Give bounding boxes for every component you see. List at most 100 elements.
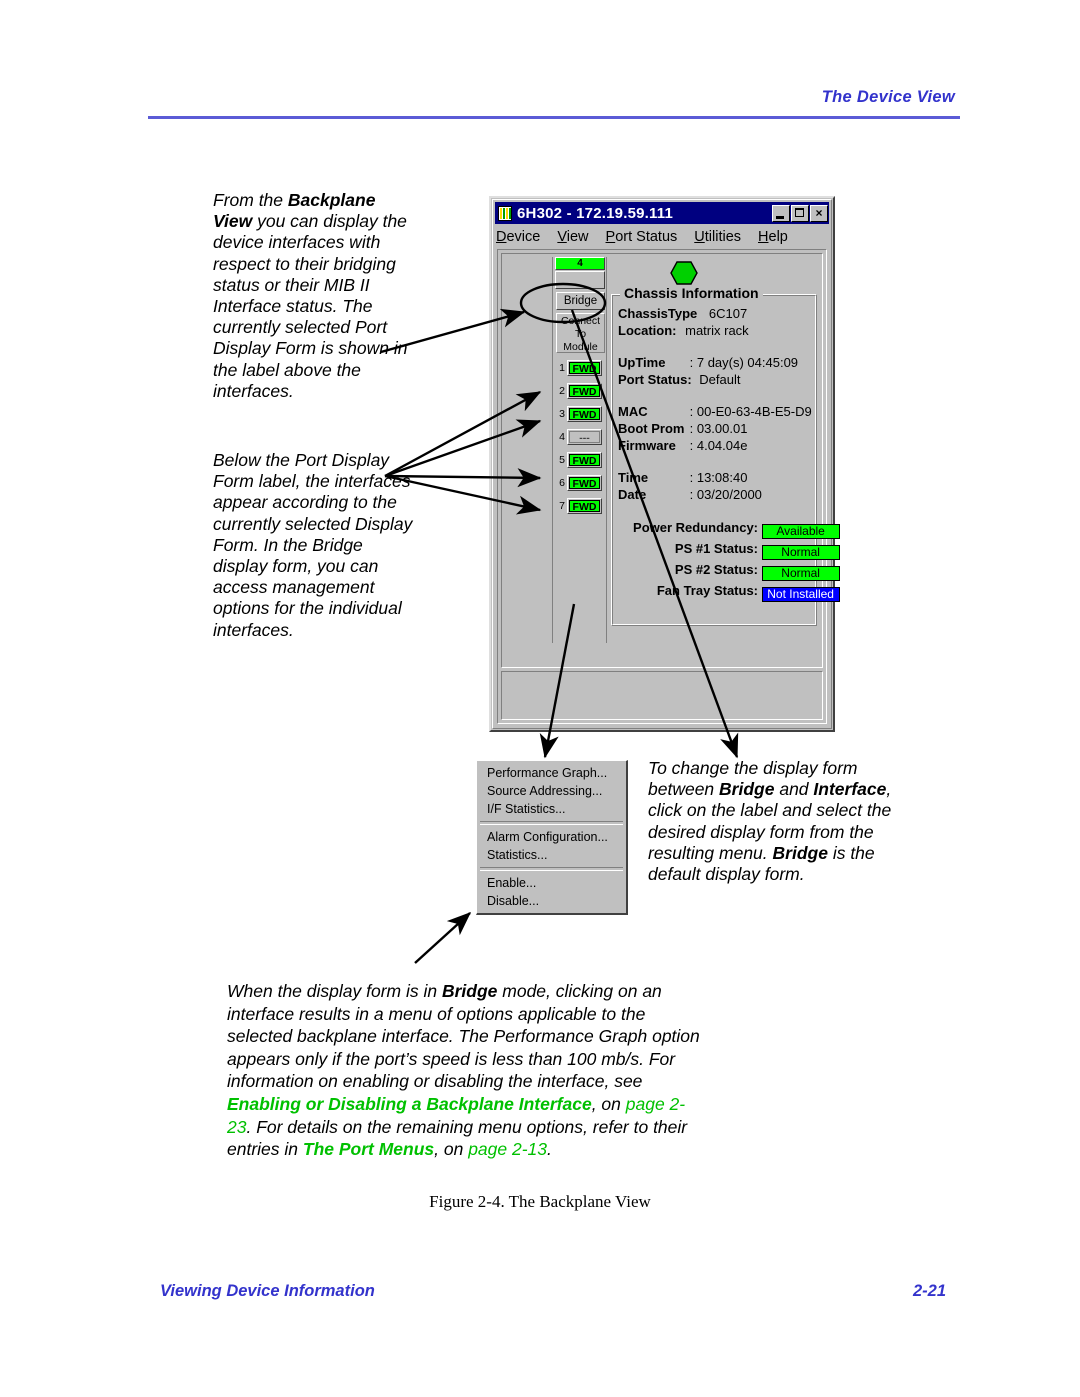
- menu-device[interactable]: DDeviceevice: [496, 229, 540, 245]
- ps2-status-label: PS #2 Status:: [674, 562, 758, 577]
- close-icon[interactable]: ×: [810, 204, 828, 222]
- port-status-box[interactable]: FWD: [567, 497, 602, 514]
- port-number: 6: [559, 476, 565, 489]
- port-row[interactable]: 1 FWD: [553, 358, 608, 377]
- menu-utilities[interactable]: Utilities: [694, 229, 741, 245]
- callout-port-display-form: Below the Port Display Form label, the i…: [213, 450, 413, 640]
- fan-tray-status-label: Fan Tray Status:: [656, 583, 758, 598]
- port-status-value: Default: [699, 372, 741, 387]
- footer-section-title: Viewing Device Information: [160, 1282, 375, 1300]
- port-state-label: FWD: [569, 407, 600, 421]
- menu-view[interactable]: View: [557, 229, 588, 245]
- port-number: 4: [559, 430, 565, 443]
- port-status-box[interactable]: FWD: [567, 405, 602, 422]
- ps1-status-row: PS #1 Status: Normal: [618, 541, 840, 560]
- menu-item-performance-graph[interactable]: Performance Graph...: [477, 764, 626, 782]
- fan-tray-status-badge: Not Installed: [761, 587, 840, 602]
- chassis-status-hexagon-icon: [670, 261, 698, 285]
- ps2-status-badge: Normal: [761, 566, 840, 581]
- interface-context-menu[interactable]: Performance Graph... Source Addressing..…: [476, 760, 628, 915]
- menu-port-status[interactable]: Port Status: [606, 229, 678, 245]
- port-row[interactable]: 3 FWD: [553, 404, 608, 423]
- callout-backplane-bold1: Backplane: [287, 190, 376, 210]
- footer-page-number: 2-21: [913, 1282, 947, 1300]
- callout-backplane-lead: From the: [213, 190, 288, 210]
- time-value: : 13:08:40: [689, 470, 748, 485]
- menu-separator: [480, 821, 623, 825]
- uptime-value: : 7 day(s) 04:45:09: [689, 355, 799, 370]
- xref-enabling-disabling-backplane-interface[interactable]: Enabling or Disabling a Backplane Interf…: [227, 1094, 592, 1114]
- minimize-button[interactable]: [772, 204, 790, 222]
- location-value: matrix rack: [685, 323, 749, 338]
- maximize-button[interactable]: [791, 204, 809, 222]
- bridge-mode-p6: .: [547, 1139, 552, 1160]
- window-titlebar[interactable]: 6H302 - 172.19.59.111 ×: [495, 202, 829, 224]
- port-status-box[interactable]: FWD: [567, 451, 602, 468]
- figure-caption: Figure 2-4. The Backplane View: [429, 1192, 651, 1211]
- window-title-text: 6H302 - 172.19.59.111: [517, 204, 674, 222]
- port-status-label: Port Status:: [618, 372, 692, 387]
- menu-item-alarm-configuration[interactable]: Alarm Configuration...: [477, 828, 626, 846]
- port-status-box[interactable]: FWD: [567, 382, 602, 399]
- time-label: Time: [618, 470, 649, 485]
- menu-item-disable[interactable]: Disable...: [477, 892, 626, 910]
- power-redundancy-label: Power Redundancy:: [633, 520, 758, 535]
- change-form-p2: and: [774, 779, 814, 800]
- arrow-text-to-context-menu: [414, 912, 472, 964]
- boot-prom-value: : 03.00.01: [689, 421, 748, 436]
- port-status-box[interactable]: ---: [567, 428, 602, 445]
- port-state-label: FWD: [569, 476, 600, 490]
- callout-bridge-mode: When the display form is in Bridge mode,…: [227, 980, 703, 1161]
- bridge-mode-p1: When the display form is in: [227, 981, 442, 1001]
- slot-body: [555, 271, 605, 289]
- menu-item-enable[interactable]: Enable...: [477, 874, 626, 892]
- ps1-status-badge: Normal: [761, 545, 840, 560]
- port-number: 1: [559, 361, 565, 374]
- menu-item-source-addressing[interactable]: Source Addressing...: [477, 782, 626, 800]
- slot-number-indicator: 4: [555, 257, 605, 270]
- fan-tray-status-row: Fan Tray Status: Not Installed: [618, 583, 840, 602]
- chassis-icon: [498, 205, 512, 221]
- port-row[interactable]: 4 ---: [553, 427, 608, 446]
- module-port-column: 4 Bridge Connect To Module 1 FWD 2 FWD 3…: [552, 257, 607, 643]
- port-row[interactable]: 7 FWD: [553, 496, 608, 515]
- ps2-status-row: PS #2 Status: Normal: [618, 562, 840, 581]
- connect-to-module-button[interactable]: Connect To Module: [556, 313, 605, 353]
- uptime-label: UpTime: [618, 355, 666, 370]
- menu-item-statistics[interactable]: Statistics...: [477, 846, 626, 864]
- power-redundancy-row: Power Redundancy: Available: [618, 520, 840, 539]
- header-rule: [148, 116, 960, 119]
- boot-prom-label: Boot Prom: [618, 421, 685, 436]
- port-status-box[interactable]: FWD: [567, 359, 602, 376]
- port-row[interactable]: 2 FWD: [553, 381, 608, 400]
- menu-separator: [480, 867, 623, 871]
- port-number: 2: [559, 384, 565, 397]
- chassis-type-value: 6C107: [708, 306, 748, 321]
- port-number: 7: [559, 499, 565, 512]
- power-redundancy-status-badge: Available: [761, 524, 840, 539]
- firmware-value: : 4.04.04e: [689, 438, 748, 453]
- display-form-label-button[interactable]: Bridge: [556, 292, 605, 310]
- bridge-mode-b1: Bridge: [441, 981, 498, 1001]
- mac-label: MAC: [618, 404, 648, 419]
- menu-help[interactable]: Help: [758, 229, 788, 245]
- bridge-mode-p3: , on: [591, 1093, 626, 1114]
- xref-page-2-13[interactable]: page 2-13: [468, 1139, 547, 1159]
- xref-the-port-menus[interactable]: The Port Menus: [303, 1139, 434, 1159]
- port-status-box[interactable]: FWD: [567, 474, 602, 491]
- callout-backplane-rest: you can display the device interfaces wi…: [213, 211, 408, 401]
- mac-value: : 00-E0-63-4B-E5-D9: [689, 404, 812, 419]
- callout-backplane-view: From the Backplane View you can display …: [213, 190, 409, 402]
- location-label: Location:: [618, 323, 677, 338]
- port-row[interactable]: 6 FWD: [553, 473, 608, 492]
- backplane-view-panel: 4 Bridge Connect To Module 1 FWD 2 FWD 3…: [501, 253, 840, 668]
- port-row[interactable]: 5 FWD: [553, 450, 608, 469]
- ps1-status-label: PS #1 Status:: [674, 541, 758, 556]
- port-number: 3: [559, 407, 565, 420]
- date-label: Date: [618, 487, 647, 502]
- chassis-type-label: ChassisType: [618, 306, 698, 321]
- window-menubar[interactable]: DDeviceevice View Port Status Utilities …: [496, 226, 828, 247]
- port-number: 5: [559, 453, 565, 466]
- menu-item-if-statistics[interactable]: I/F Statistics...: [477, 800, 626, 818]
- device-view-window[interactable]: 6H302 - 172.19.59.111 × DDeviceevice Vie…: [489, 196, 840, 732]
